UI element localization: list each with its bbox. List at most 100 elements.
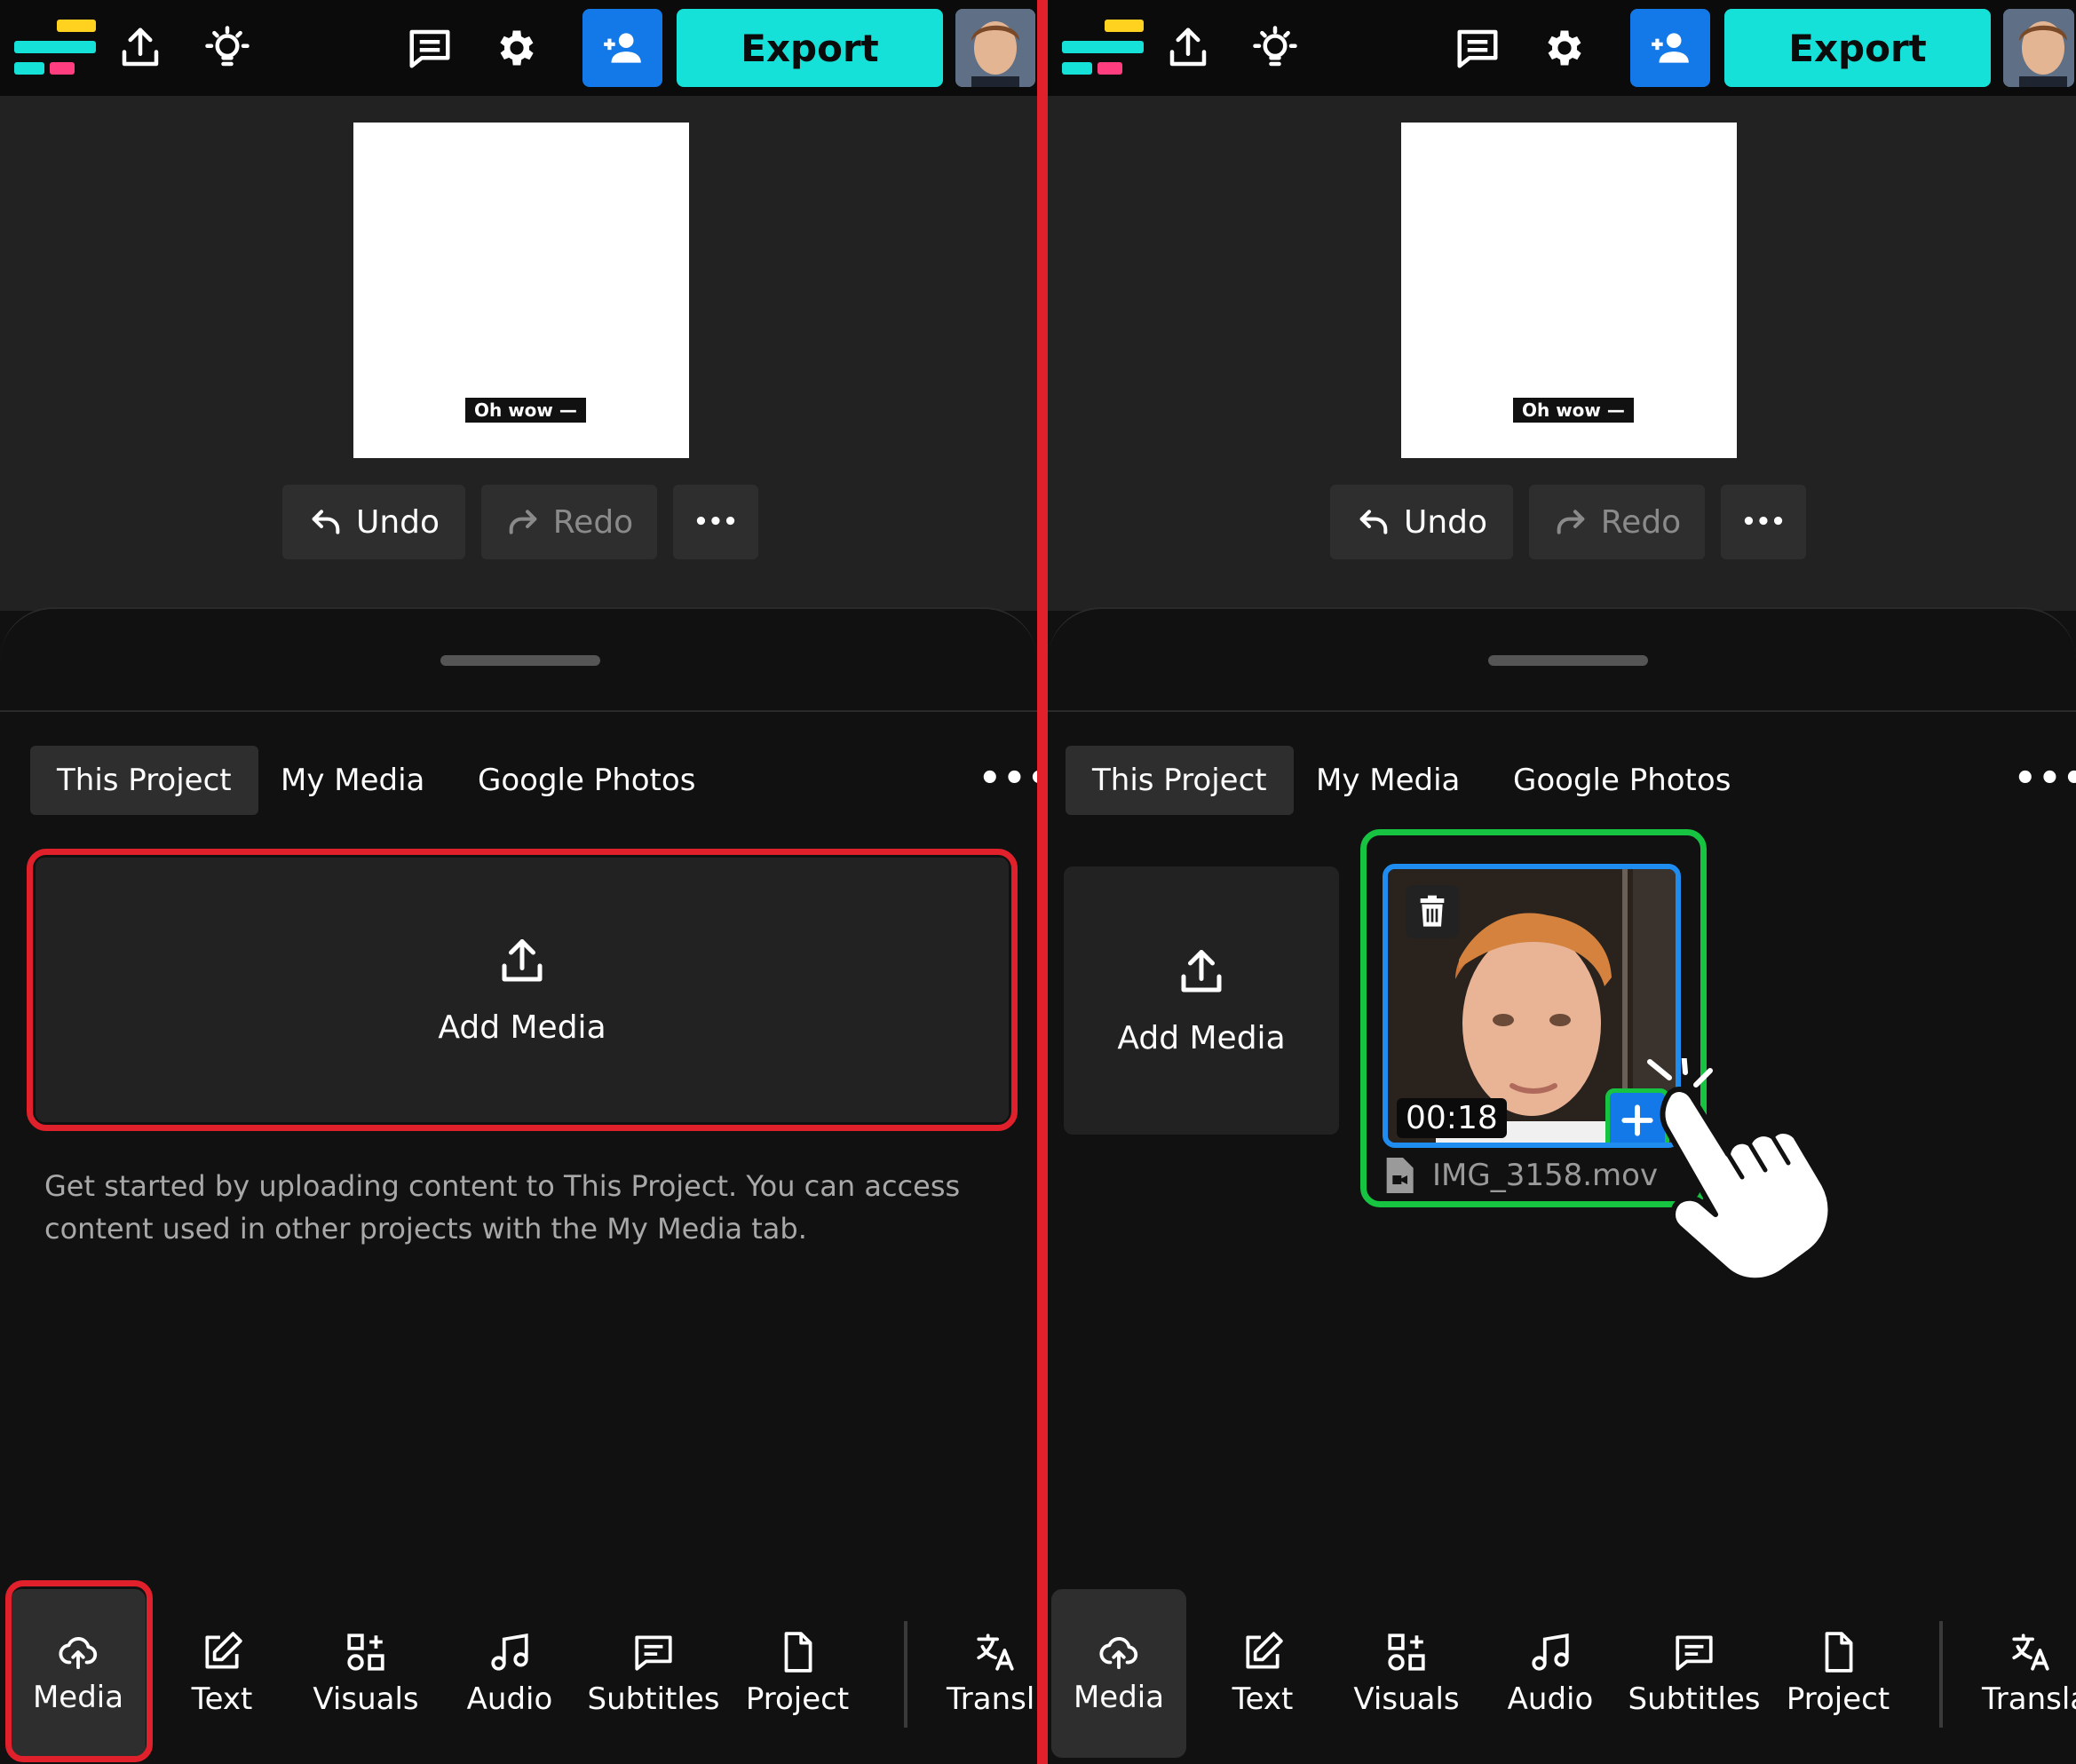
hand-cursor-icon xyxy=(1647,1058,1834,1284)
tab-google-photos[interactable]: Google Photos xyxy=(451,746,722,815)
caption-text[interactable]: Oh wow — xyxy=(465,398,586,423)
nav-text-label: Text xyxy=(1232,1681,1294,1717)
redo-icon xyxy=(509,510,537,534)
edit-icon xyxy=(1246,1632,1283,1669)
sheet-drag-handle[interactable] xyxy=(440,655,600,666)
left-screen: Export Oh wow — Undo Redo ••• This Proje… xyxy=(0,0,1037,1764)
app-logo[interactable] xyxy=(14,20,96,76)
undo-icon xyxy=(1359,510,1388,534)
nav-project-label: Project xyxy=(1786,1681,1890,1717)
top-bar: Export xyxy=(0,0,1037,96)
nav-translate[interactable]: Transl xyxy=(923,1589,1037,1758)
sheet-drag-handle[interactable] xyxy=(1488,655,1648,666)
lightbulb-icon[interactable] xyxy=(199,20,256,76)
upload-icon[interactable] xyxy=(1160,20,1216,76)
avatar[interactable] xyxy=(2003,9,2074,87)
file-icon xyxy=(784,1632,812,1673)
tab-my-media[interactable]: My Media xyxy=(1289,746,1486,815)
shapes-icon xyxy=(347,1633,384,1671)
nav-separator xyxy=(904,1621,907,1728)
redo-button[interactable]: Redo xyxy=(481,485,657,559)
nav-separator xyxy=(1939,1621,1943,1728)
nav-media[interactable]: Media xyxy=(1051,1589,1186,1758)
nav-audio[interactable]: Audio xyxy=(442,1589,577,1758)
translate-icon xyxy=(977,1633,1014,1671)
help-text: Get started by uploading content to This… xyxy=(44,1169,961,1246)
tab-this-project[interactable]: This Project xyxy=(30,746,258,815)
nav-subtitles[interactable]: Subtitles xyxy=(1627,1589,1762,1758)
tab-google-photos[interactable]: Google Photos xyxy=(1486,746,1757,815)
invite-button[interactable] xyxy=(582,9,662,87)
nav-translate-label: Transla xyxy=(1982,1681,2076,1717)
nav-audio-label: Audio xyxy=(1507,1681,1594,1717)
tab-my-media[interactable]: My Media xyxy=(254,746,451,815)
nav-text[interactable]: Text xyxy=(155,1589,289,1758)
nav-subtitles-label: Subtitles xyxy=(587,1681,720,1717)
video-canvas[interactable]: Oh wow — xyxy=(353,123,689,458)
add-user-icon xyxy=(604,33,641,63)
nav-visuals-label: Visuals xyxy=(313,1681,419,1717)
nav-translate[interactable]: Transla xyxy=(1959,1589,2076,1758)
subtitles-icon xyxy=(1676,1635,1713,1671)
sheet-divider xyxy=(0,710,1037,712)
subtitles-icon xyxy=(635,1635,672,1671)
undo-button[interactable]: Undo xyxy=(1330,485,1513,559)
add-user-icon xyxy=(1652,33,1689,63)
tab-this-project[interactable]: This Project xyxy=(1066,746,1294,815)
add-media-label: Add Media xyxy=(1117,1019,1286,1056)
nav-text-label: Text xyxy=(191,1681,253,1717)
nav-project-label: Project xyxy=(745,1681,850,1717)
more-options-button[interactable]: ••• xyxy=(1721,485,1806,559)
redo-button[interactable]: Redo xyxy=(1529,485,1705,559)
gear-icon[interactable] xyxy=(1536,20,1593,76)
undo-icon xyxy=(312,510,340,534)
preview-area: Oh wow — Undo Redo ••• xyxy=(1048,96,2076,611)
translate-icon xyxy=(2012,1633,2049,1671)
lightbulb-icon[interactable] xyxy=(1247,20,1303,76)
file-icon xyxy=(1825,1632,1853,1673)
avatar[interactable] xyxy=(955,9,1035,87)
preview-area: Oh wow — Undo Redo ••• xyxy=(0,96,1037,611)
nav-audio[interactable]: Audio xyxy=(1483,1589,1618,1758)
nav-project[interactable]: Project xyxy=(730,1589,865,1758)
bottom-nav: Media Text Visuals Audio Subtitles Proje… xyxy=(0,1584,1037,1764)
upload-icon[interactable] xyxy=(112,20,169,76)
undo-label: Undo xyxy=(355,503,440,541)
export-button[interactable]: Export xyxy=(1724,9,1991,87)
nav-subtitles-label: Subtitles xyxy=(1628,1681,1761,1717)
nav-subtitles[interactable]: Subtitles xyxy=(586,1589,721,1758)
cloud-upload-icon xyxy=(1099,1637,1138,1670)
nav-project[interactable]: Project xyxy=(1771,1589,1906,1758)
redo-label: Redo xyxy=(552,503,634,541)
music-note-icon xyxy=(1532,1633,1569,1671)
add-media-button[interactable]: Add Media xyxy=(1064,866,1339,1135)
sheet-divider xyxy=(1048,710,2076,712)
nav-audio-label: Audio xyxy=(466,1681,553,1717)
undo-button[interactable]: Undo xyxy=(282,485,465,559)
nav-visuals[interactable]: Visuals xyxy=(1339,1589,1474,1758)
app-logo[interactable] xyxy=(1062,20,1144,76)
video-canvas[interactable]: Oh wow — xyxy=(1401,123,1737,458)
export-button[interactable]: Export xyxy=(677,9,943,87)
nav-media-label: Media xyxy=(1073,1680,1165,1715)
upload-icon xyxy=(1181,949,1222,992)
gear-icon[interactable] xyxy=(488,20,545,76)
nav-visuals-label: Visuals xyxy=(1353,1681,1460,1717)
tabs-more-button[interactable]: ••• xyxy=(979,758,1037,799)
bottom-nav: Media Text Visuals Audio Subtitles Proje… xyxy=(1048,1584,2076,1764)
undo-label: Undo xyxy=(1403,503,1488,541)
edit-icon xyxy=(205,1632,242,1669)
top-bar: Export xyxy=(1048,0,2076,96)
add-media-highlight xyxy=(27,849,1018,1131)
caption-text[interactable]: Oh wow — xyxy=(1513,398,1634,423)
comment-icon[interactable] xyxy=(401,20,458,76)
nav-text[interactable]: Text xyxy=(1195,1589,1330,1758)
right-screen: Export Oh wow — Undo Redo ••• This Proje… xyxy=(1048,0,2076,1764)
invite-button[interactable] xyxy=(1630,9,1710,87)
redo-icon xyxy=(1557,510,1585,534)
nav-visuals[interactable]: Visuals xyxy=(298,1589,433,1758)
more-options-button[interactable]: ••• xyxy=(673,485,758,559)
nav-translate-label: Transl xyxy=(947,1681,1035,1717)
tabs-more-button[interactable]: ••• xyxy=(2014,758,2076,799)
comment-icon[interactable] xyxy=(1449,20,1506,76)
